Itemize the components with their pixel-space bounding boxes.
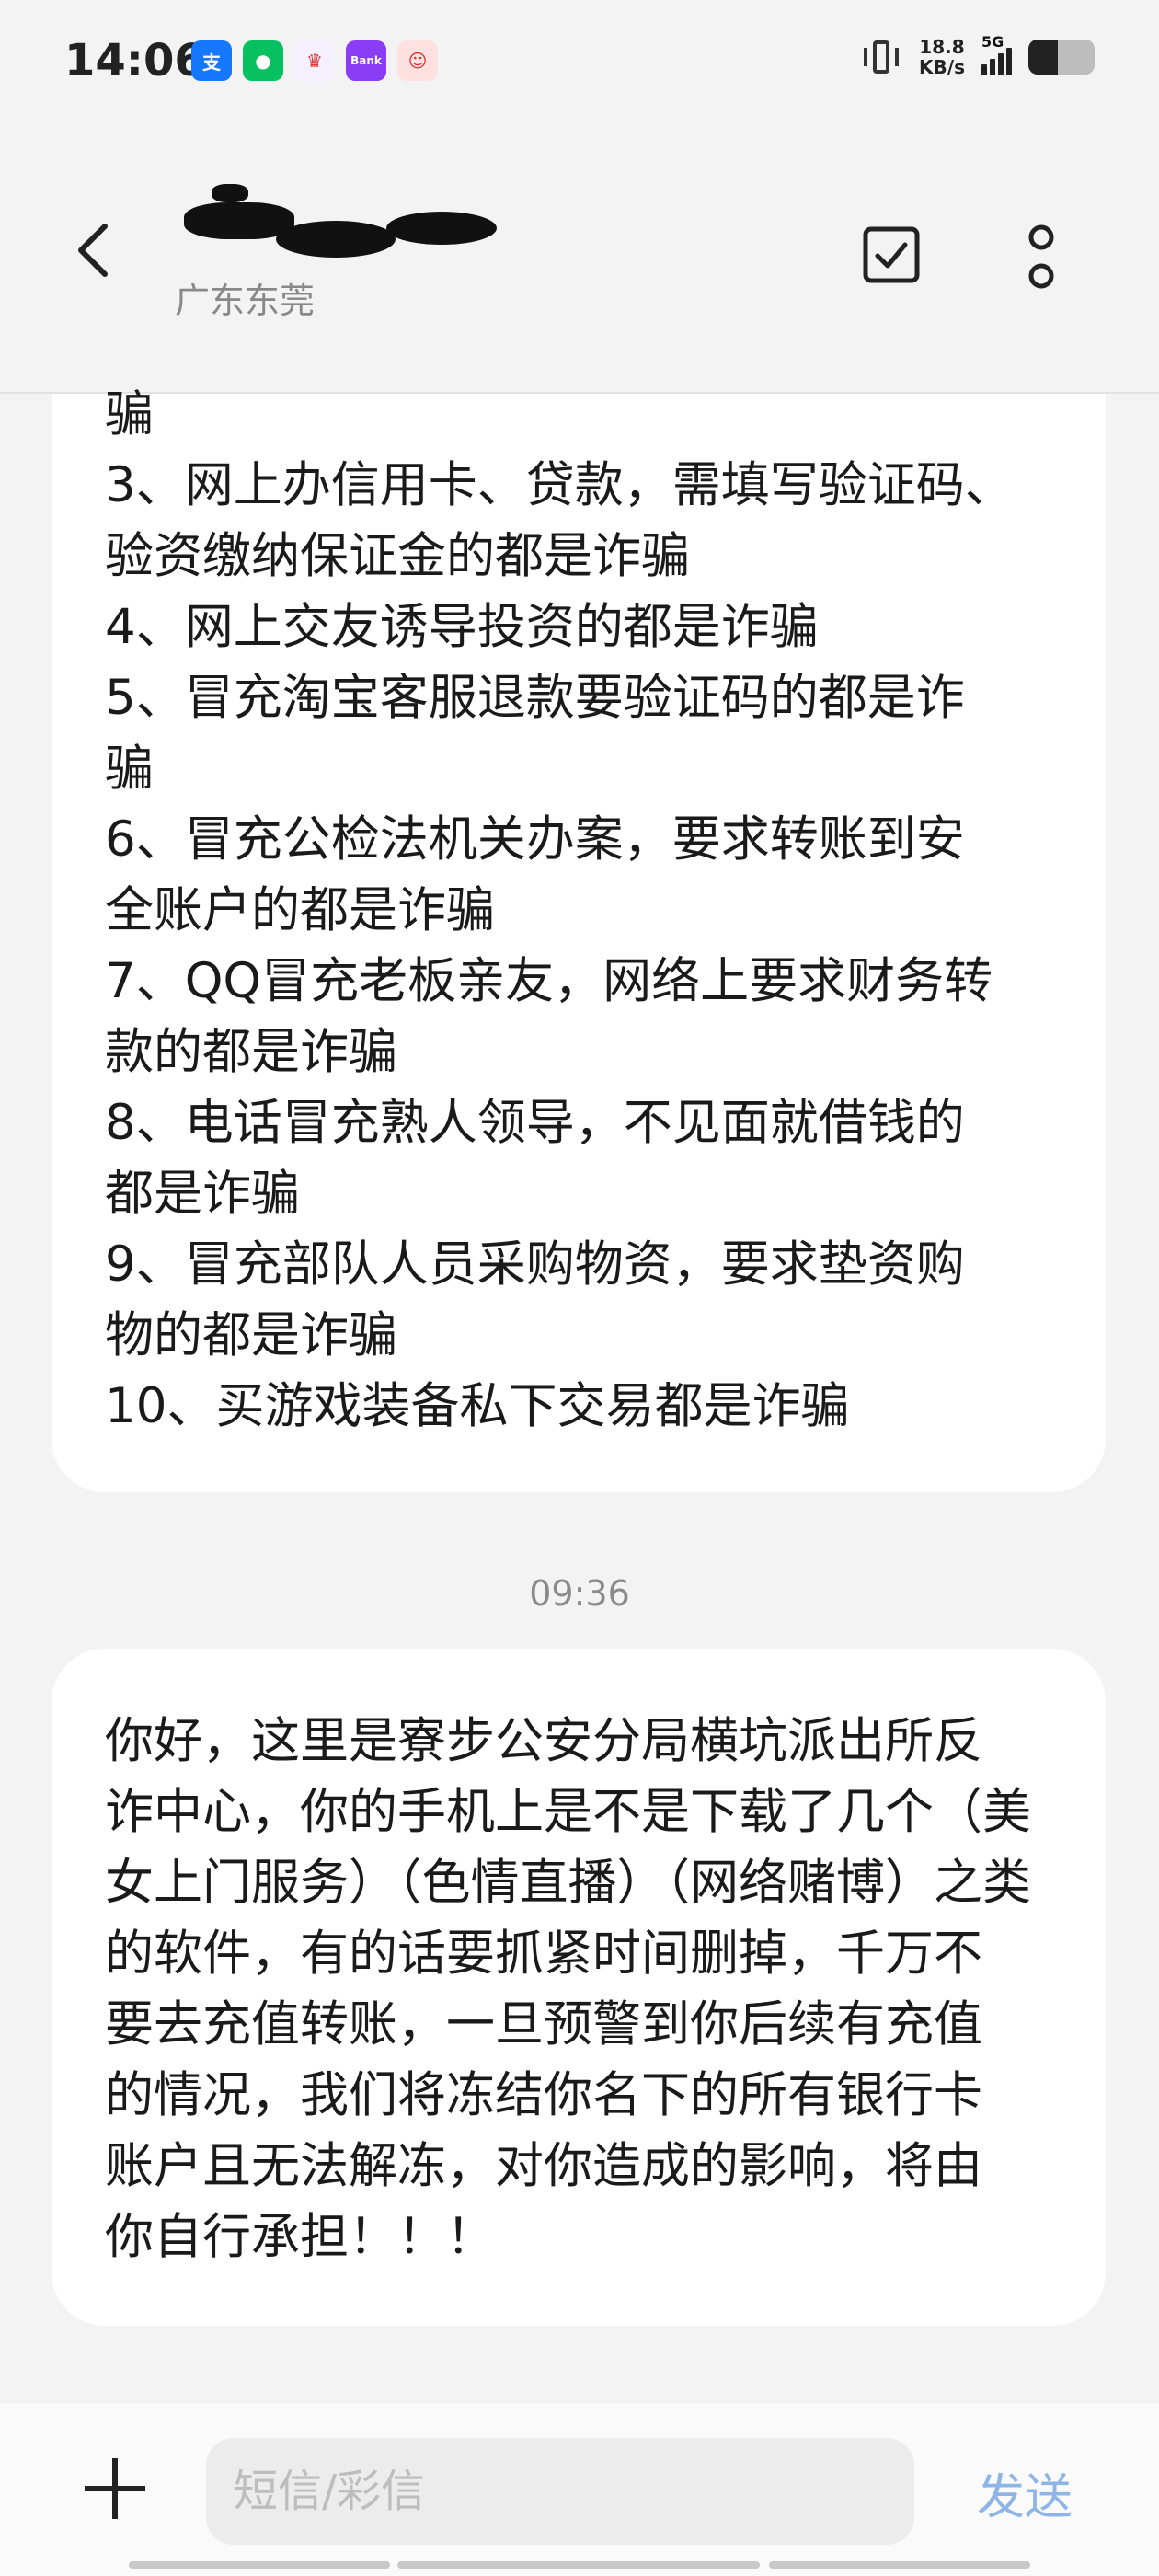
message-line: 7、QQ冒充老板亲友，网络上要求财务转 <box>105 953 993 1009</box>
message-bubble[interactable]: 你好，这里是寮步公安分局横坑派出所反 诈中心，你的手机上是不是下载了几个（美 女上门… <box>52 1649 1106 2326</box>
nav-gesture-bar <box>397 2561 760 2569</box>
crown-app-icon: ♛ <box>294 40 335 81</box>
network-speed-value: 18.8 <box>919 36 965 58</box>
message-line: 骗 <box>105 386 154 443</box>
message-line: 9、冒充部队人员采购物资，要求垫资购 <box>105 1236 965 1293</box>
message-line: 6、冒充公检法机关办案，要求转账到安 <box>105 811 965 868</box>
wechat-icon: ● <box>243 40 283 81</box>
message-line: 5、冒充淘宝客服退款要验证码的都是诈 <box>105 670 965 726</box>
message-line: 你自行承担！！！ <box>105 2209 495 2265</box>
message-bubble[interactable]: 骗 3、网上办信用卡、贷款，需填写验证码、 验资缴纳保证金的都是诈骗 4、网上交友诱导… <box>52 386 1106 1492</box>
message-line: 10、买游戏装备私下交易都是诈骗 <box>105 1378 850 1434</box>
message-timestamp: 09:36 <box>529 1573 630 1614</box>
checkbox-select-icon[interactable] <box>863 226 920 283</box>
alipay-icon: 支 <box>191 40 232 81</box>
message-line: 诈中心，你的手机上是不是下载了几个（美 <box>105 1784 1031 1840</box>
back-arrow-icon[interactable] <box>74 223 114 278</box>
message-line: 要去充值转账，一旦预警到你后续有充值 <box>105 1996 982 2053</box>
signal-icon: 5G <box>981 33 1012 75</box>
status-bar: 14:06 支 ● ♛ Bank ☺ 18.8 KB/s 5G <box>0 0 1159 120</box>
status-time: 14:06 <box>64 35 205 86</box>
nav-gesture-bar <box>769 2561 1030 2569</box>
message-line: 物的都是诈骗 <box>105 1307 397 1363</box>
message-line: 的软件，有的话要抓紧时间删掉，千万不 <box>105 1926 982 1982</box>
message-line: 都是诈骗 <box>105 1166 300 1222</box>
message-line: 的情况，我们将冻结你名下的所有银行卡 <box>105 2067 982 2123</box>
more-options-icon[interactable] <box>1023 223 1060 293</box>
contact-location: 广东东莞 <box>175 281 316 321</box>
compose-bar: 发送 <box>0 2403 1159 2576</box>
system-icons: 18.8 KB/s 5G <box>860 33 1095 77</box>
clown-app-icon: ☺ <box>397 40 438 81</box>
message-line: 3、网上办信用卡、贷款，需填写验证码、 <box>105 457 1014 513</box>
battery-icon <box>1028 40 1095 75</box>
message-line: 8、电话冒充熟人领导，不见面就借钱的 <box>105 1095 965 1151</box>
message-line: 骗 <box>105 741 154 797</box>
send-button[interactable]: 发送 <box>977 2458 1073 2527</box>
bank-app-icon: Bank <box>346 40 386 81</box>
message-line: 全账户的都是诈骗 <box>105 882 495 938</box>
message-line: 款的都是诈骗 <box>105 1024 397 1080</box>
contact-name-redacted <box>175 175 506 258</box>
message-line: 验资缴纳保证金的都是诈骗 <box>105 528 690 584</box>
conversation-header: 广东东莞 <box>0 120 1159 394</box>
network-type: 5G <box>981 33 1004 51</box>
message-input[interactable] <box>206 2438 914 2545</box>
vibrate-icon <box>860 39 902 75</box>
add-attachment-icon[interactable] <box>85 2458 145 2519</box>
message-line: 账户且无法解冻，对你造成的影响，将由 <box>105 2138 982 2194</box>
message-line: 你好，这里是寮步公安分局横坑派出所反 <box>105 1713 982 1769</box>
message-line: 女上门服务）（色情直播）（网络赌博）之类 <box>105 1855 1031 1911</box>
network-speed-unit: KB/s <box>919 56 965 78</box>
notification-icons: 支 ● ♛ Bank ☺ <box>191 40 438 81</box>
message-line: 4、网上交友诱导投资的都是诈骗 <box>105 599 819 655</box>
nav-gesture-bar <box>129 2561 390 2569</box>
network-speed: 18.8 KB/s <box>919 37 965 77</box>
